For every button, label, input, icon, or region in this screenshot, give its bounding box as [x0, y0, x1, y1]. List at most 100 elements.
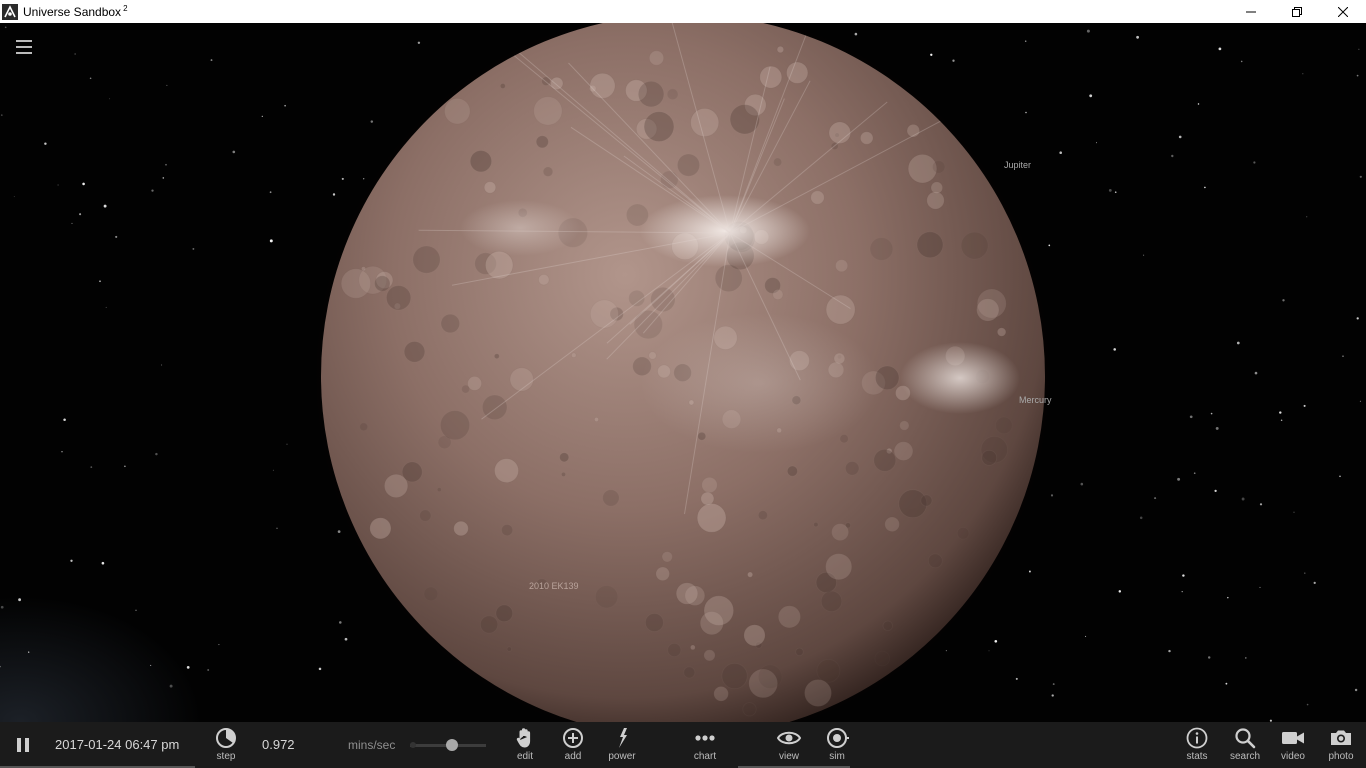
crater: [648, 50, 665, 66]
dots-chart-icon: [695, 735, 715, 741]
crater: [713, 686, 729, 702]
crater: [506, 646, 512, 652]
crater: [884, 517, 900, 532]
crater: [401, 461, 423, 483]
restore-icon: [1292, 6, 1302, 17]
crater: [839, 434, 849, 443]
tool-video[interactable]: video: [1273, 725, 1313, 765]
crater: [637, 80, 665, 108]
crater: [828, 121, 852, 144]
crater: [467, 375, 483, 391]
crater: [995, 417, 1013, 434]
tool-edit[interactable]: edit: [505, 725, 545, 765]
crater: [479, 615, 499, 634]
plus-circle-icon: [563, 728, 583, 748]
tool-add-label: add: [564, 751, 582, 762]
crater: [759, 65, 783, 89]
crater: [444, 98, 471, 124]
crater: [595, 585, 618, 608]
label-mercury[interactable]: Mercury: [1019, 395, 1052, 405]
crater: [870, 237, 893, 261]
planet-mercury[interactable]: [0, 23, 1366, 722]
video-camera-icon: [1282, 732, 1304, 744]
crater: [667, 88, 678, 100]
crater: [699, 611, 724, 636]
crater: [825, 294, 856, 325]
tool-sim[interactable]: sim: [817, 725, 857, 765]
crater: [795, 647, 804, 657]
bright-ray-crater: [640, 195, 810, 267]
universe-sandbox-window: Universe Sandbox 2 Jupiter Mercury 2010 …: [0, 0, 1366, 768]
tool-stats[interactable]: stats: [1177, 725, 1217, 765]
window-controls: [1228, 0, 1366, 23]
restore-button[interactable]: [1274, 0, 1320, 23]
hamburger-menu-button[interactable]: [16, 40, 32, 54]
tool-photo[interactable]: photo: [1321, 725, 1361, 765]
tool-power[interactable]: power: [602, 725, 642, 765]
crater: [499, 83, 506, 89]
crater: [715, 264, 743, 292]
step-button[interactable]: step: [206, 725, 246, 765]
tool-add[interactable]: add: [553, 725, 593, 765]
crater: [453, 520, 469, 537]
crater: [561, 471, 567, 477]
pause-icon: [17, 738, 21, 752]
crater: [976, 298, 1000, 322]
crater: [440, 410, 470, 440]
time-speed-slider-knob[interactable]: [446, 739, 458, 751]
time-speed-slider[interactable]: [410, 739, 486, 751]
pause-button[interactable]: [17, 738, 31, 752]
crater: [369, 517, 392, 540]
search-icon: [1235, 728, 1256, 749]
crater: [403, 341, 426, 363]
crater: [981, 449, 998, 466]
crater: [961, 232, 989, 260]
close-button[interactable]: [1320, 0, 1366, 23]
crater: [860, 131, 874, 145]
crater: [533, 96, 563, 126]
label-jupiter[interactable]: Jupiter: [1004, 160, 1031, 170]
minimize-icon: [1246, 11, 1256, 12]
target-icon: [827, 728, 849, 748]
crater: [813, 521, 819, 528]
window-title-text: Universe Sandbox: [23, 4, 122, 19]
crater: [675, 582, 699, 605]
bright-patch-center: [640, 313, 880, 453]
crater: [772, 288, 784, 300]
step-icon: [216, 728, 236, 748]
crater: [571, 352, 577, 358]
crater: [996, 327, 1007, 337]
tool-power-label: power: [608, 751, 636, 762]
crater: [589, 299, 619, 329]
camera-icon: [1331, 730, 1351, 745]
tool-search-label: search: [1229, 751, 1260, 762]
crater: [957, 527, 969, 540]
eye-icon: [777, 731, 801, 745]
tool-chart[interactable]: chart: [685, 725, 725, 765]
crater: [701, 476, 718, 494]
crater: [820, 590, 843, 613]
crater: [493, 353, 500, 360]
crater: [894, 441, 913, 461]
crater: [419, 509, 431, 522]
crater: [927, 553, 943, 569]
crater: [816, 659, 840, 683]
crater: [441, 314, 460, 333]
crater: [424, 587, 438, 601]
crater: [845, 461, 859, 476]
minimize-button[interactable]: [1228, 0, 1274, 23]
crater: [538, 274, 550, 286]
tool-view[interactable]: view: [769, 725, 809, 765]
label-2010-ek139[interactable]: 2010 EK139: [529, 581, 579, 591]
crater: [703, 649, 716, 661]
hand-icon: [516, 728, 531, 748]
simulation-viewport[interactable]: Jupiter Mercury 2010 EK139: [0, 23, 1366, 722]
bright-patch: [460, 200, 580, 256]
crater: [778, 605, 801, 628]
crater: [916, 231, 944, 259]
crater: [594, 416, 600, 422]
crater: [721, 662, 748, 690]
tool-sim-label: sim: [829, 751, 845, 762]
tool-search[interactable]: search: [1225, 725, 1265, 765]
tool-video-label: video: [1281, 751, 1305, 762]
